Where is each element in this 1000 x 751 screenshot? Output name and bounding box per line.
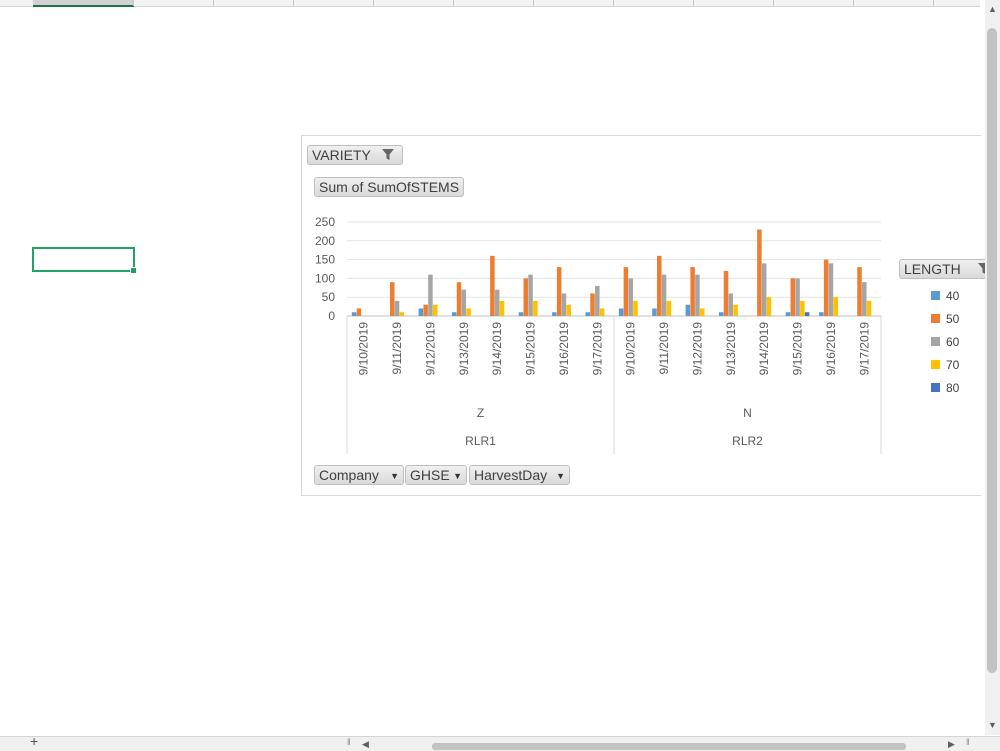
legend-label: 50 — [946, 312, 960, 326]
column-divider — [213, 0, 214, 6]
horizontal-scroll-thumb[interactable] — [432, 743, 906, 750]
filter-funnel-icon — [382, 149, 394, 160]
scroll-down-icon[interactable]: ▼ — [988, 720, 997, 730]
add-sheet-icon[interactable]: + — [30, 733, 38, 749]
split-handle-icon[interactable]: ‖ — [347, 737, 351, 747]
column-divider — [453, 0, 454, 6]
harvestday-field-label: HarvestDay — [474, 467, 548, 483]
column-divider — [373, 0, 374, 6]
ghse-field-label: GHSE — [410, 467, 450, 483]
column-divider — [133, 0, 134, 6]
scroll-right-icon[interactable]: ▶ — [948, 739, 955, 750]
scroll-up-icon[interactable]: ▲ — [988, 4, 997, 14]
legend-swatch — [931, 314, 940, 323]
legend-swatch — [931, 291, 940, 300]
selected-column-header[interactable] — [33, 0, 134, 7]
split-handle-icon[interactable]: ‖ — [966, 737, 970, 747]
legend-swatch — [931, 383, 940, 392]
column-divider — [853, 0, 854, 6]
vertical-scroll-thumb[interactable] — [987, 28, 997, 673]
company-field-button[interactable]: Company ▼ — [314, 465, 404, 485]
value-field-button[interactable]: Sum of SumOfSTEMS — [314, 177, 464, 197]
chevron-down-icon: ▼ — [556, 471, 565, 481]
legend-label: 40 — [946, 289, 960, 303]
column-header-strip[interactable] — [0, 0, 980, 7]
legend-label: 80 — [946, 381, 960, 395]
active-cell-selection[interactable] — [32, 247, 137, 274]
legend-label: 70 — [946, 358, 960, 372]
legend-label: 60 — [946, 335, 960, 349]
legend-swatch — [931, 360, 940, 369]
column-divider — [613, 0, 614, 6]
length-legend-field-button[interactable]: LENGTH — [899, 259, 990, 279]
chevron-down-icon: ▼ — [390, 471, 399, 481]
value-field-label: Sum of SumOfSTEMS — [319, 179, 460, 195]
harvestday-field-button[interactable]: HarvestDay ▼ — [469, 465, 570, 485]
column-divider — [293, 0, 294, 6]
fill-handle[interactable] — [130, 267, 137, 274]
variety-filter-button[interactable]: VARIETY — [307, 145, 403, 165]
company-field-label: Company — [319, 467, 379, 483]
column-divider — [693, 0, 694, 6]
column-divider — [533, 0, 534, 6]
chevron-down-icon: ▼ — [453, 471, 462, 481]
horizontal-scrollbar[interactable]: ◀ ▶ — [360, 739, 960, 750]
scroll-left-icon[interactable]: ◀ — [362, 739, 369, 750]
length-field-label: LENGTH — [904, 261, 961, 277]
variety-filter-label: VARIETY — [312, 147, 371, 163]
legend-swatch — [931, 337, 940, 346]
vertical-scrollbar[interactable]: ▲ ▼ — [985, 0, 1000, 735]
column-divider — [933, 0, 934, 6]
ghse-field-button[interactable]: GHSE ▼ — [405, 465, 467, 485]
column-divider — [773, 0, 774, 6]
